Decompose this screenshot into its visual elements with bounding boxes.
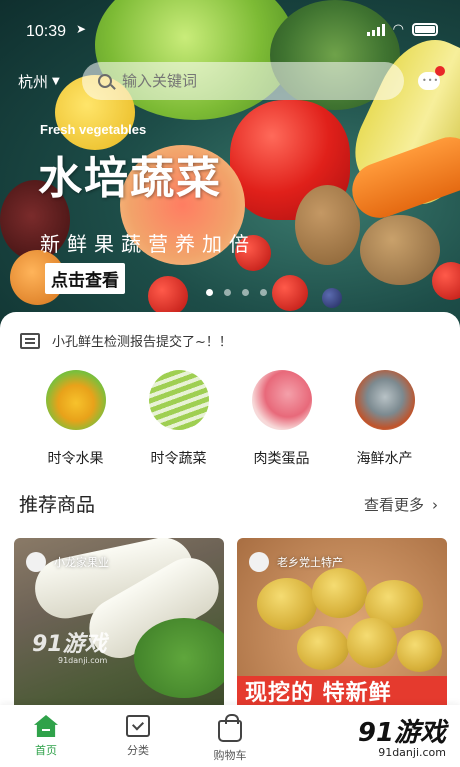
carousel-dot[interactable]	[206, 289, 213, 296]
tab-label: 分类	[127, 744, 149, 757]
notice-bar[interactable]: 小孔鲜生检测报告提交了~！！	[20, 331, 232, 350]
search-input[interactable]	[122, 72, 362, 90]
tomato-decoration	[272, 275, 308, 311]
notification-badge	[435, 66, 445, 76]
watermark-logo: 91游戏 91danji.com	[358, 712, 446, 759]
status-bar: 10:39 ➤ ◠	[0, 0, 460, 56]
potato-image	[297, 626, 349, 670]
category-label: 时令水果	[47, 451, 104, 467]
seller-name: 老乡党土特产	[277, 556, 343, 569]
category-icon	[126, 715, 150, 737]
tomato-decoration	[148, 276, 188, 316]
tab-home[interactable]: 首页	[0, 705, 92, 767]
watermark-brand: 91游戏	[357, 718, 446, 748]
search-icon	[98, 74, 112, 88]
tab-category[interactable]: 分类	[92, 705, 184, 767]
battery-icon	[412, 23, 438, 36]
wifi-icon: ◠	[392, 22, 404, 37]
meat-egg-image	[251, 370, 312, 430]
category-grid: 时令水果 时令蔬菜 肉类蛋品 海鲜水产	[0, 370, 460, 468]
banner-cta-button[interactable]: 点击查看	[45, 263, 125, 294]
tab-label: 首页	[35, 744, 57, 757]
city-label: 杭州	[18, 73, 49, 91]
chevron-right-icon: ›	[432, 495, 438, 514]
category-seafood[interactable]: 海鲜水产	[333, 370, 436, 468]
fruit-image	[45, 370, 106, 430]
category-fruit[interactable]: 时令水果	[24, 370, 127, 468]
seller-avatar	[249, 552, 269, 572]
potato-image	[257, 578, 317, 630]
home-icon	[34, 715, 58, 737]
seafood-image	[354, 370, 415, 430]
seller-avatar	[26, 552, 46, 572]
banner-eyebrow: Fresh vegetables	[40, 122, 147, 137]
seller-info: 老乡党土特产	[249, 552, 343, 572]
notice-text: 小孔鲜生检测报告提交了~！！	[52, 335, 232, 350]
carousel-dot[interactable]	[224, 289, 231, 296]
view-more-link[interactable]: 查看更多 ›	[364, 494, 438, 515]
potato-image	[312, 568, 367, 618]
kiwi-decoration	[295, 185, 360, 265]
kiwi-decoration	[360, 215, 440, 285]
chat-bubble-icon: •••	[422, 76, 440, 85]
tab-cart[interactable]: 购物车	[184, 705, 276, 767]
leaves-image	[134, 618, 224, 698]
category-meat-egg[interactable]: 肉类蛋品	[230, 370, 333, 468]
cellular-signal-icon	[366, 23, 385, 36]
banner-headline: 水培蔬菜	[38, 153, 222, 204]
potato-image	[347, 618, 397, 668]
shopping-bag-icon	[218, 714, 242, 742]
product-card[interactable]: 老乡党土特产 现挖的 特新鲜	[237, 538, 447, 712]
watermark-logo: 91游戏 91danji.com	[32, 626, 107, 665]
product-card[interactable]: 小龙家果业	[14, 538, 224, 712]
caret-down-icon: ▼	[52, 76, 60, 87]
carousel-dot[interactable]	[242, 289, 249, 296]
tomato-decoration	[432, 262, 460, 300]
potato-image	[397, 630, 442, 672]
location-arrow-icon: ➤	[76, 22, 87, 36]
view-more-label: 查看更多	[363, 496, 424, 514]
category-vegetable[interactable]: 时令蔬菜	[127, 370, 230, 468]
search-bar[interactable]	[82, 62, 404, 100]
watermark-brand: 91游戏	[32, 632, 107, 657]
category-label: 肉类蛋品	[253, 451, 310, 467]
vegetable-image	[148, 370, 209, 430]
notice-message-icon	[20, 332, 40, 349]
tab-label: 购物车	[213, 749, 247, 762]
category-label: 时令蔬菜	[150, 451, 207, 467]
status-time: 10:39	[26, 23, 67, 40]
recommend-title: 推荐商品	[19, 494, 96, 516]
carousel-dot[interactable]	[260, 289, 267, 296]
banner-subline: 新鲜果蔬营养加倍	[40, 232, 256, 256]
watermark-url: 91danji.com	[58, 656, 108, 665]
blueberry-decoration	[322, 288, 342, 308]
seller-name: 小龙家果业	[54, 556, 109, 569]
category-label: 海鲜水产	[356, 451, 413, 467]
carousel-indicator	[206, 289, 267, 296]
message-button[interactable]: •••	[418, 66, 445, 90]
seller-info: 小龙家果业	[26, 552, 109, 572]
city-selector[interactable]: 杭州 ▼	[18, 71, 60, 92]
